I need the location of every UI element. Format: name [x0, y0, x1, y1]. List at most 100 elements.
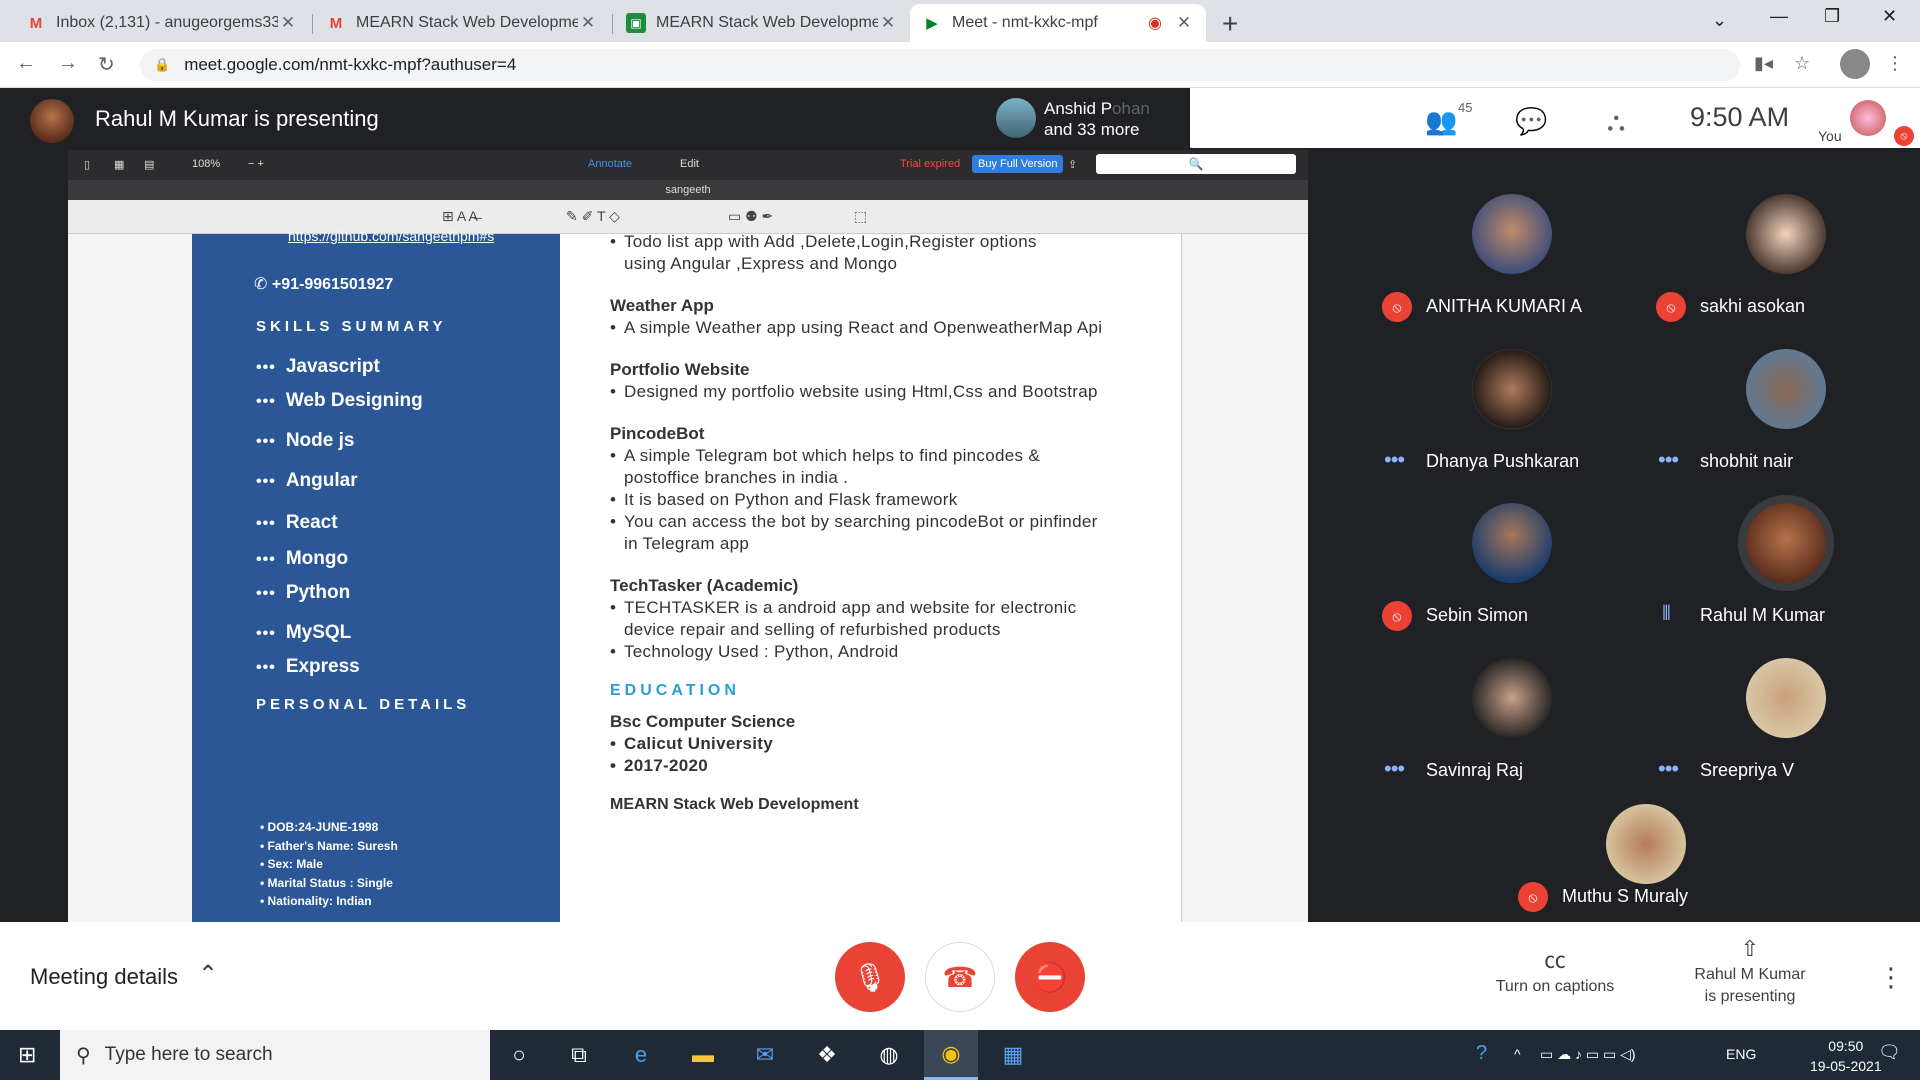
dropbox-icon[interactable]: ❖ — [800, 1030, 854, 1080]
pdf-annotation-toolbar: ⊞ A A̶ ✎ ✐ T ◇ ▭ ⚉ ✒ ⬚ — [68, 200, 1308, 234]
chrome-menu-icon[interactable]: ⋮ — [1886, 53, 1904, 74]
meeting-details-button[interactable]: Meeting details — [30, 964, 178, 990]
skill-item: ••• Node js — [256, 430, 355, 451]
project-title: TechTasker (Academic) — [610, 576, 799, 595]
reload-button[interactable]: ↻ — [98, 52, 115, 77]
gmail-icon: M — [29, 14, 43, 32]
participant-tile[interactable]: ••• shobhit nair — [1648, 333, 1918, 483]
chevron-up-icon[interactable]: ⌃ — [198, 960, 218, 989]
more-options-icon: ••• — [1658, 756, 1679, 781]
tab-mearn-gmail[interactable]: M MEARN Stack Web Development ✕ — [314, 4, 610, 42]
taskbar-search-box[interactable]: ⚲ Type here to search — [60, 1030, 490, 1080]
language-indicator[interactable]: ENG — [1726, 1046, 1756, 1062]
chat-icon[interactable]: 💬 — [1515, 106, 1547, 137]
more-options-icon[interactable]: ⋮ — [1878, 962, 1904, 993]
tab-meet[interactable]: ▶ Meet - nmt-kxkc-mpf ◉ ✕ — [910, 4, 1206, 42]
camera-off-icon: ⛔ — [1032, 961, 1068, 993]
windows-start-icon[interactable]: ⊞ — [18, 1042, 36, 1068]
camera-off-button[interactable]: ⛔ — [1015, 942, 1085, 1012]
system-tray-icons[interactable]: ▭ ☁ ♪ ▭ ▭ ◁) — [1540, 1046, 1636, 1063]
more-options-icon: ••• — [1384, 447, 1405, 472]
participant-tile[interactable]: ••• Savinraj Raj — [1374, 642, 1644, 792]
close-tab-icon[interactable]: ✕ — [1174, 13, 1194, 33]
note-stamp-sign-icon: ▭ ⚉ ✒ — [728, 208, 774, 224]
chevron-up-icon[interactable]: ^ — [1514, 1046, 1521, 1062]
taskbar-clock[interactable]: 09:50 19-05-2021 — [1810, 1036, 1882, 1076]
annotation-tools-icon: ⊞ A A̶ — [442, 208, 478, 224]
tab-search-icon[interactable]: ⌄ — [1712, 10, 1727, 31]
tab-mearn-classroom[interactable]: ▣ MEARN Stack Web Development ✕ — [614, 4, 910, 42]
app-icon[interactable]: ◍ — [862, 1030, 916, 1080]
participant-avatar — [1746, 658, 1826, 738]
forward-button[interactable]: → — [58, 52, 78, 75]
captions-button[interactable]: ㏄ Turn on captions — [1480, 950, 1630, 998]
project-title: PincodeBot — [610, 424, 705, 443]
close-tab-icon[interactable]: ✕ — [878, 13, 898, 33]
participant-tile[interactable]: ⦸ sakhi asokan — [1648, 178, 1918, 328]
participant-avatar — [1746, 503, 1826, 583]
degree-title: Bsc Computer Science — [610, 712, 796, 731]
new-tab-button[interactable]: + — [1222, 8, 1238, 40]
sidebar-toggle-icon: ▯ — [84, 159, 91, 171]
microphone-off-button[interactable]: 🎙 — [835, 942, 905, 1012]
close-tab-icon[interactable]: ✕ — [278, 13, 298, 33]
profile-avatar[interactable] — [1840, 49, 1870, 79]
mic-off-icon: 🎙 — [852, 961, 888, 993]
task-view-icon[interactable]: ⧉ — [552, 1030, 606, 1080]
minimize-button[interactable]: — — [1770, 6, 1788, 27]
participant-tile[interactable]: ⦸ ANITHA KUMARI A — [1374, 178, 1644, 328]
leave-call-button[interactable]: ☎ — [925, 942, 995, 1012]
project-bullet: A simple Weather app using React and Ope… — [610, 318, 1102, 338]
participant-tile[interactable]: ••• Sreepriya V — [1648, 642, 1918, 792]
back-button[interactable]: ← — [16, 52, 36, 75]
phone-number: ✆ +91-9961501927 — [254, 276, 394, 293]
notifications-icon[interactable]: 🗨 — [1878, 1042, 1901, 1063]
close-tab-icon[interactable]: ✕ — [578, 13, 598, 33]
resume-page: https://github.com/sangeethpm#s ✆ +91-99… — [192, 228, 1182, 922]
personal-details-heading: PERSONAL DETAILS — [256, 696, 471, 713]
skill-item: ••• React — [256, 512, 338, 533]
pdf-toolbar: ▯ ▦ ▤ 108% − + Annotate Edit Trial expir… — [68, 150, 1308, 180]
raised-participant-strip[interactable]: Anshid Pohan and 33 more — [990, 88, 1190, 148]
participant-tile[interactable]: ⦸ Sebin Simon — [1374, 487, 1644, 637]
section-title: MEARN Stack Web Development — [610, 796, 859, 813]
participant-name: Savinraj Raj — [1426, 760, 1524, 780]
participant-tile[interactable]: ••• Dhanya Pushkaran — [1374, 333, 1644, 483]
edge-icon[interactable]: e — [614, 1030, 668, 1080]
participant-avatar — [1472, 349, 1552, 429]
skill-item: ••• MySQL — [256, 622, 352, 643]
drawing-tools-icon: ✎ ✐ T ◇ — [566, 208, 620, 224]
file-explorer-icon[interactable]: ▬ — [676, 1030, 730, 1080]
present-now-button[interactable]: ⇧ Rahul M Kumar is presenting — [1680, 938, 1820, 1008]
more-options-icon: ••• — [1384, 756, 1405, 781]
maximize-button[interactable]: ❐ — [1824, 6, 1840, 27]
project-bullet-cont: device repair and selling of refurbished… — [624, 620, 1001, 639]
project-bullet: You can access the bot by searching pinc… — [610, 512, 1098, 532]
tab-separator — [612, 14, 613, 34]
participant-avatar — [1472, 194, 1552, 274]
hang-up-icon: ☎ — [942, 961, 978, 993]
tab-gmail-inbox[interactable]: M Inbox (2,131) - anugeorgems333 ✕ — [14, 4, 310, 42]
education-heading: EDUCATION — [610, 682, 740, 699]
camera-blocked-icon[interactable]: ▮◂ — [1754, 53, 1773, 74]
bookmark-star-icon[interactable]: ☆ — [1794, 53, 1810, 74]
windows-taskbar: ⊞ ⚲ Type here to search ○ ⧉ e ▬ ✉ ❖ ◍ ◉ … — [0, 1030, 1920, 1080]
trial-expired-label: Trial expired — [900, 158, 961, 170]
participant-name: Dhanya Pushkaran — [1426, 451, 1580, 471]
chrome-icon[interactable]: ◉ — [924, 1030, 978, 1080]
participants-grid: ⦸ ANITHA KUMARI A ⦸ sakhi asokan ••• Dha… — [1374, 148, 1920, 781]
mail-icon[interactable]: ✉ — [738, 1030, 792, 1080]
help-icon[interactable]: ? — [1476, 1042, 1487, 1065]
people-icon[interactable]: 👥 — [1425, 106, 1457, 137]
calculator-icon[interactable]: ▦ — [986, 1030, 1040, 1080]
address-bar[interactable]: 🔒 meet.google.com/nmt-kxkc-mpf?authuser=… — [140, 49, 1740, 81]
participant-tile[interactable]: ⦸ Muthu S Muraly — [1510, 800, 1784, 922]
cortana-icon[interactable]: ○ — [492, 1030, 546, 1080]
participant-tile[interactable]: ⦀ Rahul M Kumar — [1648, 487, 1918, 637]
activities-icon[interactable]: ⛬ — [1607, 106, 1625, 138]
skill-item: ••• Mongo — [256, 548, 349, 569]
participant-name: ANITHA KUMARI A — [1426, 296, 1583, 316]
close-window-button[interactable]: ✕ — [1882, 6, 1897, 27]
meeting-clock: 9:50 AM — [1690, 102, 1790, 132]
more-options-icon: ••• — [1658, 447, 1679, 472]
